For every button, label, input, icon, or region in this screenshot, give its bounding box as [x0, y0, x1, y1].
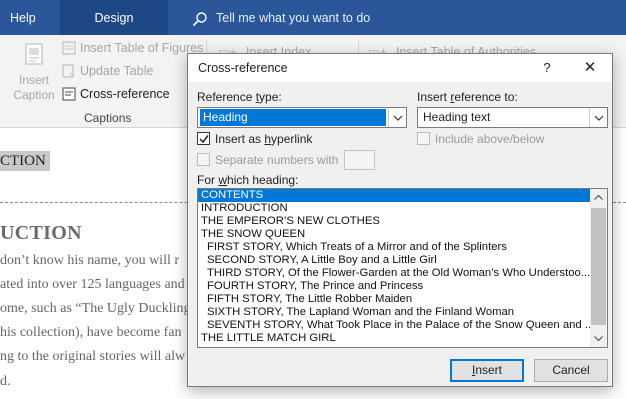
cross-reference-button[interactable]: Cross-reference [62, 83, 170, 105]
document-line: his collection), have become fan [0, 325, 182, 340]
search-icon [192, 12, 207, 27]
document-line: ated into over 125 languages and [0, 277, 185, 292]
include-above-below-label: Include above/below [435, 132, 545, 146]
heading-list-item[interactable]: THE LITTLE MATCH GIRL [198, 332, 591, 345]
dialog-titlebar[interactable]: Cross-reference ? ✕ [188, 54, 612, 82]
heading-list-item[interactable]: FOURTH STORY, The Prince and Princess [198, 280, 591, 293]
insert-caption-label: Insert Caption [13, 73, 55, 102]
reference-type-dropdown[interactable]: Heading [197, 107, 407, 128]
help-button[interactable]: ? [536, 57, 558, 79]
tell-me-search[interactable]: Tell me what you want to do [192, 0, 370, 35]
checkmark-icon [199, 135, 209, 144]
update-table-button[interactable]: Update Table [62, 60, 153, 82]
chevron-down-icon [589, 108, 607, 127]
update-table-icon [62, 64, 74, 78]
heading-list-item[interactable]: FIFTH STORY, The Little Robber Maiden [198, 293, 591, 306]
include-above-below-checkbox[interactable] [417, 132, 430, 145]
dialog-title: Cross-reference [198, 61, 288, 75]
table-of-figures-icon [62, 41, 76, 55]
heading-list-item[interactable]: SEVENTH STORY, What Took Place in the Pa… [198, 319, 591, 332]
cross-reference-icon [62, 87, 76, 101]
heading-list-item[interactable]: SIXTH STORY, The Lapland Woman and the F… [198, 306, 591, 319]
heading-list: CONTENTS INTRODUCTION THE EMPEROR’S NEW CL… [198, 189, 591, 345]
document-line: d. [0, 374, 11, 389]
scroll-up-icon[interactable] [590, 189, 607, 206]
document-heading: UCTION [0, 222, 82, 244]
insert-table-of-figures-button[interactable]: Insert Table of Figures [62, 37, 203, 59]
heading-list-item[interactable]: CONTENTS [198, 189, 591, 202]
document-line: ng to the original stories will alw [0, 349, 186, 364]
heading-list-item[interactable]: THIRD STORY, Of the Flower-Garden at the… [198, 267, 591, 280]
listbox-scrollbar[interactable] [590, 189, 607, 347]
heading-list-item[interactable]: FIRST STORY, Which Treats of a Mirror an… [198, 241, 591, 254]
document-line: ome, such as “The Ugly Duckling [0, 301, 191, 316]
insert-as-hyperlink-label[interactable]: Insert as hyperlink [215, 132, 312, 146]
selected-text: CTION [0, 151, 50, 171]
insert-reference-to-label: Insert reference to: [417, 90, 518, 104]
heading-list-item[interactable]: INTRODUCTION [198, 202, 591, 215]
heading-list-item[interactable]: SECOND STORY, A Little Boy and a Little … [198, 254, 591, 267]
reference-type-label: Reference type: [197, 90, 282, 104]
captions-group-label: Captions [84, 111, 132, 125]
tab-design[interactable]: Design [60, 0, 168, 35]
reference-type-value: Heading [200, 109, 386, 126]
chevron-down-icon [388, 108, 406, 127]
update-table-label: Update Table [80, 64, 154, 78]
insert-caption-icon [25, 43, 43, 65]
insert-caption-button[interactable]: Insert Caption [10, 43, 58, 103]
heading-list-item[interactable]: THE EMPEROR’S NEW CLOTHES [198, 215, 591, 228]
cross-reference-label: Cross-reference [80, 87, 170, 101]
tab-help[interactable]: Help [10, 0, 36, 35]
heading-listbox[interactable]: CONTENTS INTRODUCTION THE EMPEROR’S NEW CL… [197, 188, 608, 348]
scroll-down-icon[interactable] [590, 330, 607, 347]
scrollbar-thumb[interactable] [591, 208, 606, 325]
insert-reference-to-dropdown[interactable]: Heading text [417, 107, 608, 128]
insert-table-of-figures-label: Insert Table of Figures [80, 41, 204, 55]
close-button[interactable]: ✕ [576, 57, 604, 79]
insert-as-hyperlink-checkbox[interactable] [197, 132, 210, 145]
cancel-button[interactable]: Cancel [534, 359, 608, 382]
separator-input[interactable] [344, 150, 375, 170]
insert-reference-to-value: Heading text [423, 110, 491, 124]
heading-list-item[interactable]: THE SNOW QUEEN [198, 228, 591, 241]
for-which-heading-label: For which heading: [197, 173, 299, 187]
insert-button[interactable]: Insert [450, 359, 524, 382]
tell-me-text: Tell me what you want to do [216, 11, 371, 25]
cross-reference-dialog: Cross-reference ? ✕ Reference type: Head… [187, 53, 613, 387]
separate-numbers-label: Separate numbers with [215, 153, 339, 167]
separate-numbers-checkbox[interactable] [197, 153, 210, 166]
ribbon-tab-bar: Help Design Tell me what you want to do [0, 0, 626, 35]
document-line: don’t know his name, you will r [0, 253, 180, 268]
